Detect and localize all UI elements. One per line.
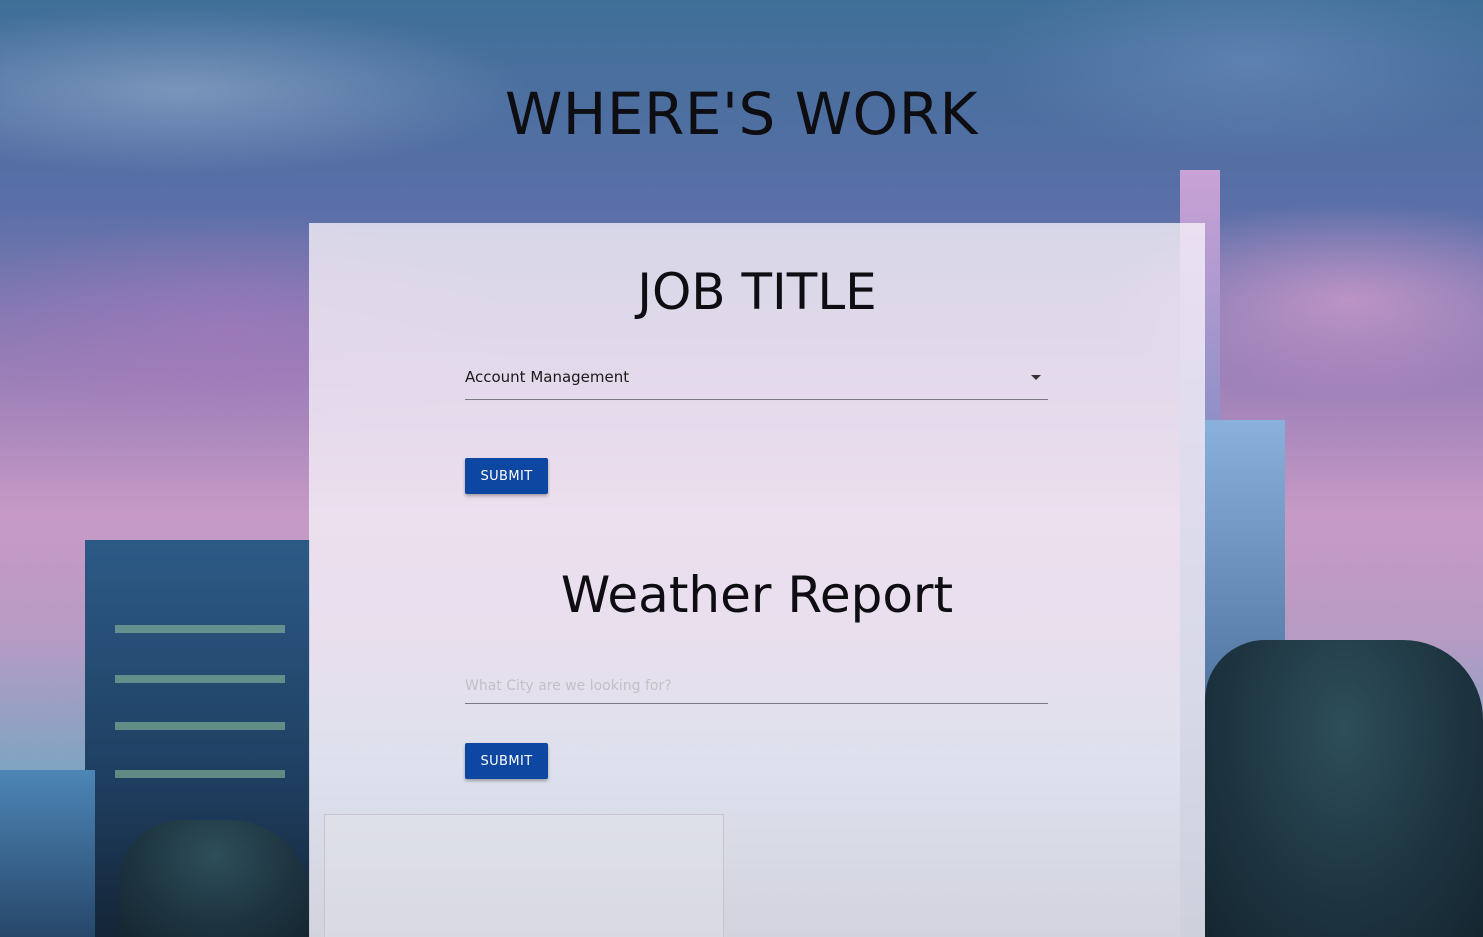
weather-submit-button[interactable]: SUBMIT [465,743,548,779]
job-title-select[interactable]: Account Management [465,363,1048,400]
weather-report-heading: Weather Report [560,566,954,624]
background-building-far-left [0,770,95,937]
job-submit-button[interactable]: SUBMIT [465,458,548,494]
main-card: JOB TITLE Account Management SUBMIT Weat… [309,223,1205,937]
background-building-windows [115,722,285,730]
caret-down-icon [1031,375,1041,380]
job-title-heading: JOB TITLE [637,263,877,321]
city-search-input[interactable] [465,669,1048,704]
background-building-windows [115,625,285,633]
background-trees [1205,640,1483,937]
background-building-windows [115,675,285,683]
app-title: WHERE'S WORK [504,80,979,148]
weather-result-panel [324,814,724,937]
background-building-windows [115,770,285,778]
job-title-select-value: Account Management [465,368,630,386]
